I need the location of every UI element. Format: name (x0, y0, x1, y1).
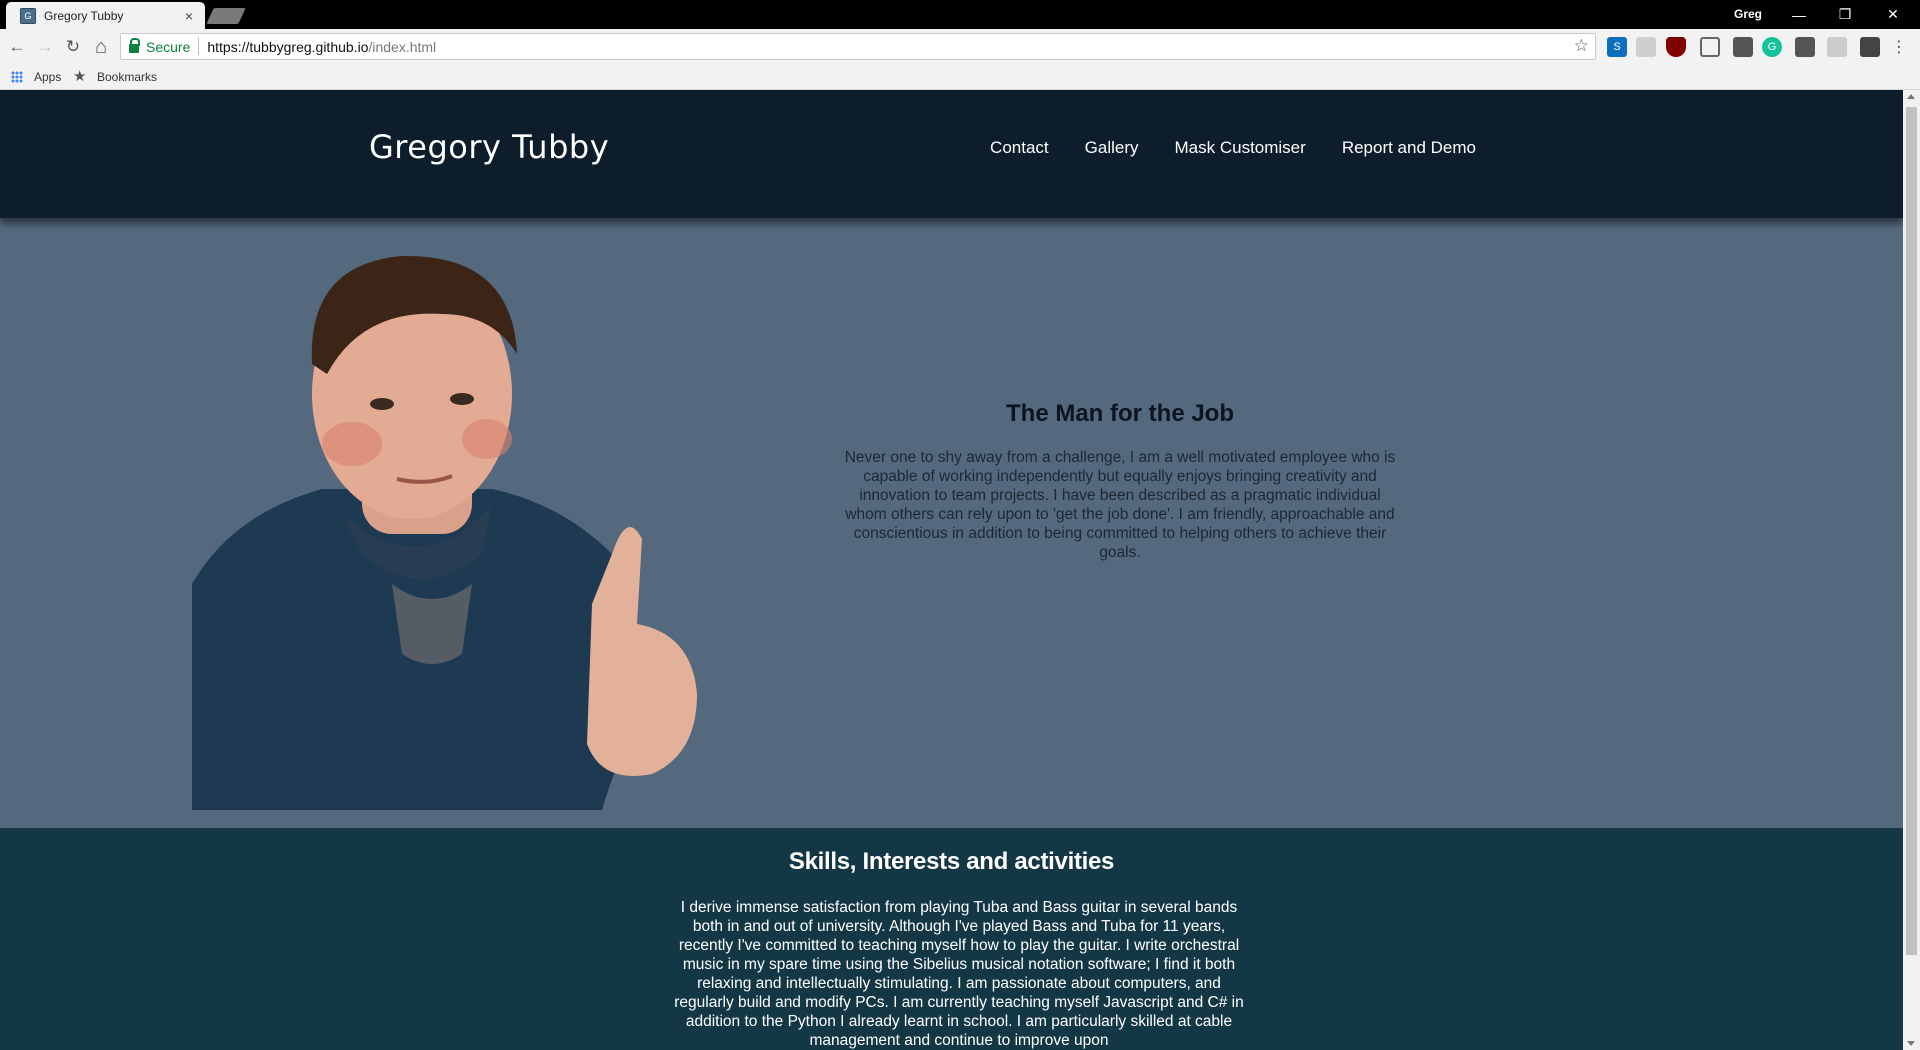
new-tab-button[interactable] (206, 8, 246, 24)
omnibox-divider (198, 38, 200, 55)
restore-button[interactable]: ❐ (1822, 0, 1868, 29)
grammarly-icon[interactable]: G (1762, 37, 1782, 57)
hero-text: Never one to shy away from a challenge, … (844, 449, 1396, 561)
minimize-button[interactable]: — (1776, 0, 1822, 29)
bookmarks-star-icon: ★ (73, 68, 87, 85)
scroll-down-icon[interactable] (1907, 1041, 1915, 1046)
nav-report-and-demo[interactable]: Report and Demo (1342, 138, 1476, 158)
apps-icon[interactable] (11, 71, 23, 83)
skills-title: Skills, Interests and activities (788, 848, 1115, 875)
browser-toolbar: ← → ↻ ⌂ Secure https://tubbygreg.github.… (0, 29, 1920, 65)
tab-title: Gregory Tubby (44, 8, 124, 23)
page-scrollbar[interactable] (1903, 90, 1920, 1050)
forward-icon[interactable]: → (34, 36, 56, 58)
skills-text: I derive immense satisfaction from playi… (674, 899, 1244, 1049)
cast-icon[interactable] (1700, 37, 1720, 57)
menu-icon[interactable]: ⋮ (1891, 37, 1907, 57)
url-path: /index.html (368, 38, 437, 55)
url-host: https://tubbygreg.github.io (207, 38, 369, 55)
scroll-thumb[interactable] (1906, 107, 1917, 955)
bookmarks-label[interactable]: Bookmarks (97, 70, 157, 84)
page-viewport: Gregory Tubby Contact Gallery Mask Custo… (0, 90, 1903, 1050)
lock-icon (129, 38, 140, 53)
scroll-up-icon[interactable] (1907, 94, 1915, 99)
mail-ext-icon[interactable] (1795, 37, 1815, 57)
sync-ext-icon[interactable] (1827, 37, 1847, 57)
apps-label[interactable]: Apps (34, 70, 61, 84)
reload-icon[interactable]: ↻ (62, 36, 84, 58)
portrait-image (192, 255, 697, 810)
nav-gallery[interactable]: Gallery (1085, 138, 1139, 158)
browser-tab[interactable]: G Gregory Tubby × (6, 2, 205, 29)
home-icon[interactable]: ⌂ (90, 36, 112, 58)
tab-close-icon[interactable]: × (179, 8, 199, 24)
address-bar[interactable]: Secure https://tubbygreg.github.io /inde… (120, 33, 1596, 60)
skype-ext-icon[interactable]: S (1607, 37, 1627, 57)
rocket-ext-icon[interactable] (1860, 37, 1880, 57)
bookmark-star-icon[interactable]: ☆ (1574, 36, 1589, 56)
profile-name[interactable]: Greg (1734, 7, 1762, 21)
close-window-button[interactable]: ✕ (1870, 0, 1916, 29)
screen-ext-icon[interactable] (1636, 37, 1656, 57)
skills-section: Skills, Interests and activities I deriv… (0, 828, 1903, 1050)
tampermonkey-icon[interactable] (1733, 37, 1753, 57)
nav-contact[interactable]: Contact (990, 138, 1049, 158)
site-logo[interactable]: Gregory Tubby (369, 128, 609, 166)
hero-title: The Man for the Job (1006, 400, 1234, 427)
bookmarks-bar: Apps ★ Bookmarks (0, 65, 1920, 90)
ublock-icon[interactable] (1666, 37, 1686, 57)
nav-mask-customiser[interactable]: Mask Customiser (1175, 138, 1306, 158)
site-favicon-icon: G (20, 7, 36, 24)
hero-section: The Man for the Job Never one to shy awa… (0, 218, 1903, 828)
site-header: Gregory Tubby Contact Gallery Mask Custo… (0, 90, 1903, 218)
secure-label: Secure (146, 38, 191, 55)
back-icon[interactable]: ← (6, 36, 28, 58)
browser-titlebar: G Gregory Tubby × Greg — ❐ ✕ (0, 0, 1920, 29)
site-nav: Contact Gallery Mask Customiser Report a… (990, 138, 1476, 158)
